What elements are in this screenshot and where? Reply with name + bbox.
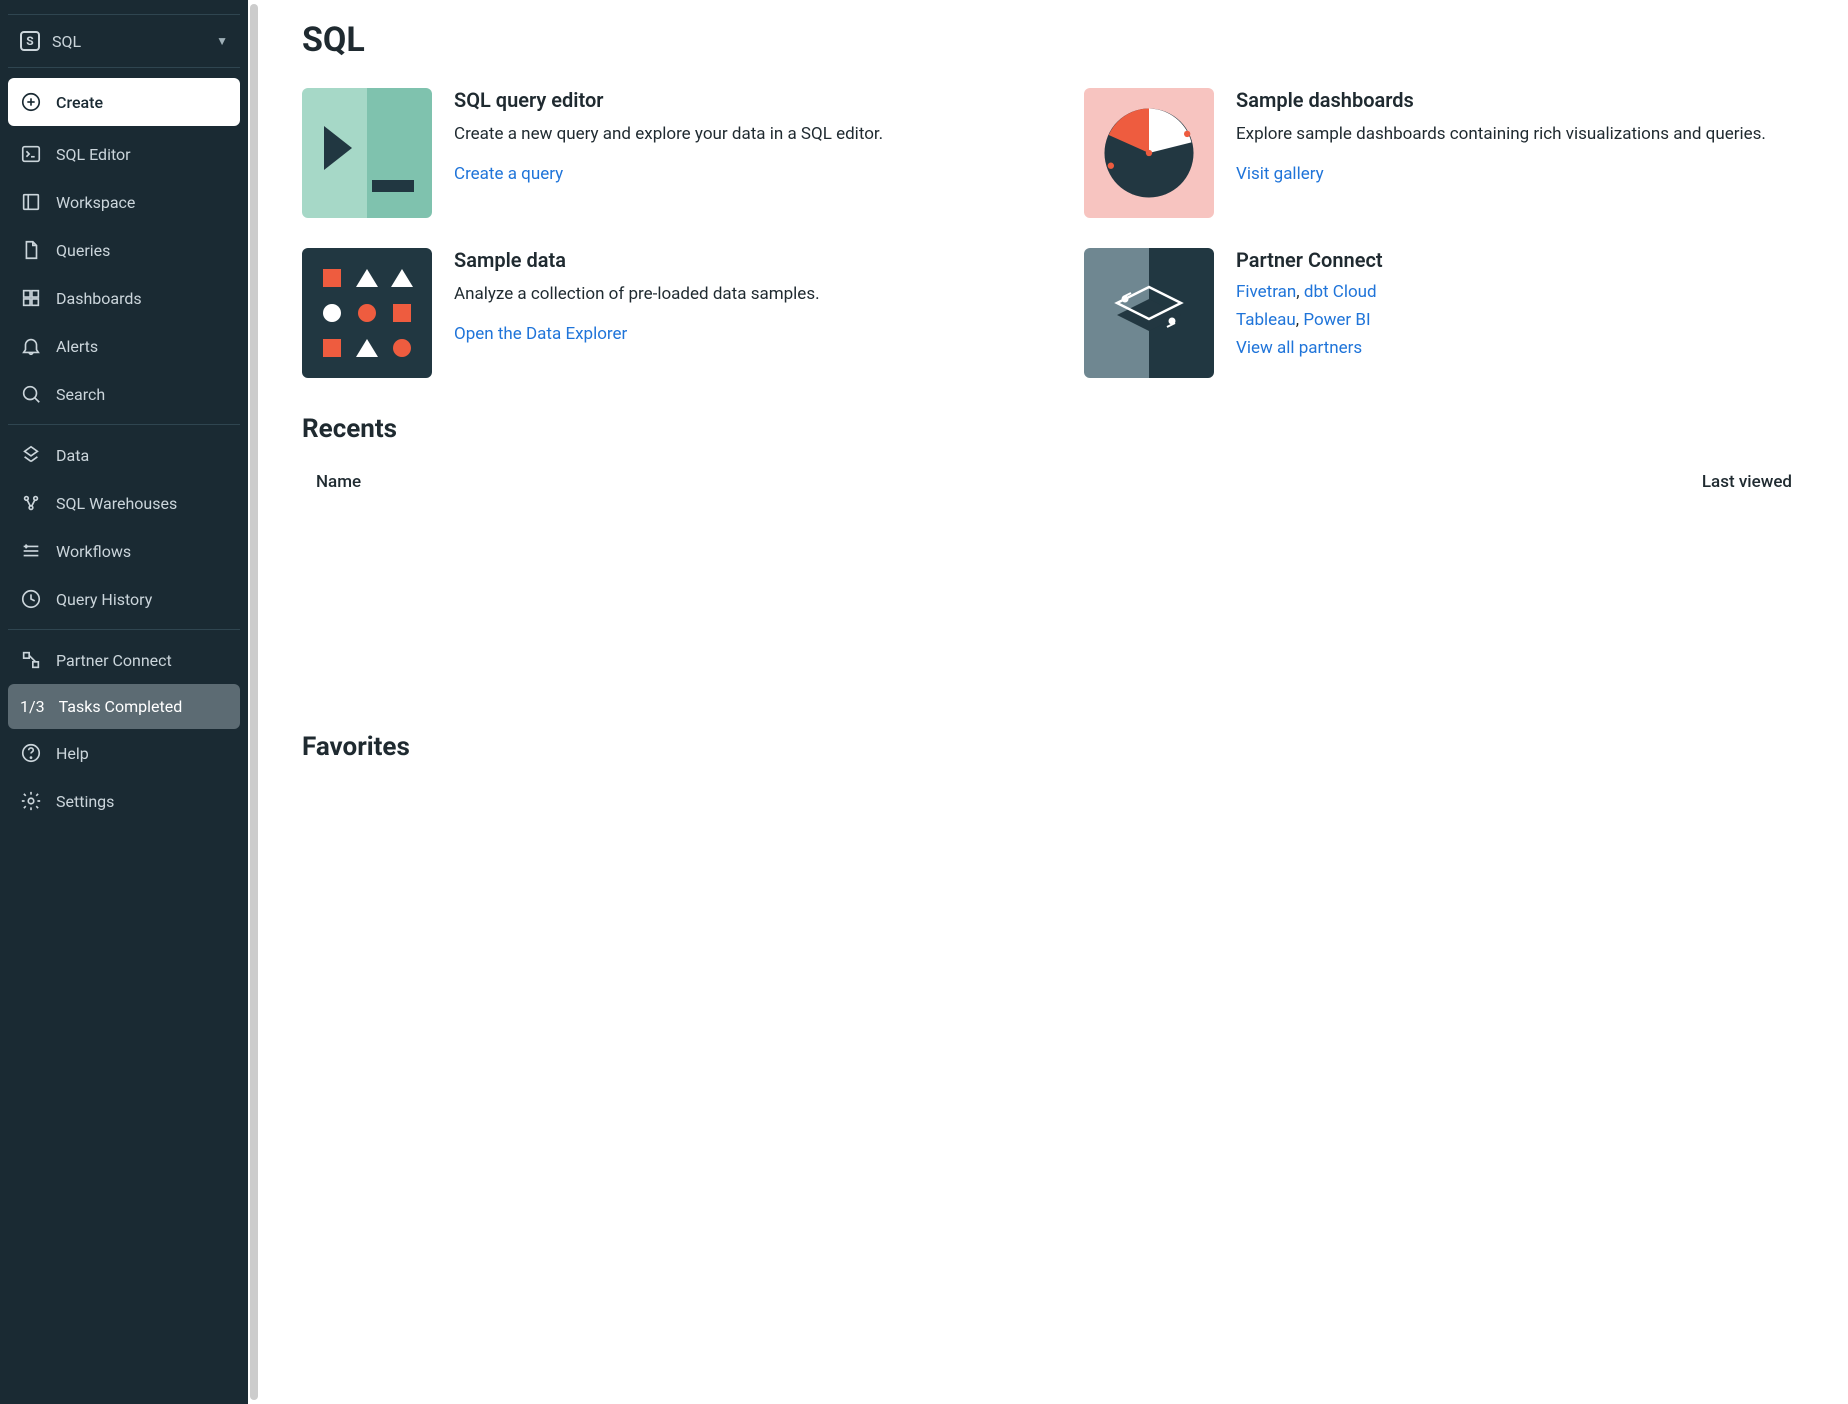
clock-icon <box>20 588 42 610</box>
gear-icon <box>20 790 42 812</box>
create-label: Create <box>56 93 103 112</box>
main-content: SQL SQL query editor Create a new query … <box>260 0 1848 1404</box>
card-title: Partner Connect <box>1236 248 1806 272</box>
card-desc: Analyze a collection of pre-loaded data … <box>454 282 1024 308</box>
warehouse-icon <box>20 492 42 514</box>
dbt-cloud-link[interactable]: dbt Cloud <box>1304 282 1377 302</box>
chevron-down-icon: ▼ <box>216 34 228 48</box>
nav-label: Alerts <box>56 337 98 356</box>
page-title: SQL <box>302 20 1806 60</box>
favorites-title: Favorites <box>302 732 1806 762</box>
tasks-count: 1/3 <box>20 697 45 716</box>
terminal-icon <box>20 143 42 165</box>
nav-sql-warehouses[interactable]: SQL Warehouses <box>8 479 240 527</box>
nav-workflows[interactable]: Workflows <box>8 527 240 575</box>
nav-query-history[interactable]: Query History <box>8 575 240 623</box>
tableau-link[interactable]: Tableau <box>1236 310 1296 330</box>
nav-label: Partner Connect <box>56 651 172 670</box>
nav-data[interactable]: Data <box>8 431 240 479</box>
nav-label: Queries <box>56 241 110 260</box>
nav-partner-connect[interactable]: Partner Connect <box>8 636 240 684</box>
sql-editor-illustration <box>302 88 432 218</box>
nav-label: Settings <box>56 792 114 811</box>
data-icon <box>20 444 42 466</box>
card-desc: Create a new query and explore your data… <box>454 122 1024 148</box>
workspace-switcher[interactable]: S SQL ▼ <box>8 21 240 61</box>
workspace-icon <box>20 191 42 213</box>
card-title: Sample data <box>454 248 1024 272</box>
recents-empty <box>302 502 1806 702</box>
queries-icon <box>20 239 42 261</box>
recents-table-header: Name Last viewed <box>302 462 1806 502</box>
nav-help[interactable]: Help <box>8 729 240 777</box>
visit-gallery-link[interactable]: Visit gallery <box>1236 164 1324 184</box>
sql-logo-icon: S <box>20 31 40 51</box>
nav-label: Query History <box>56 590 152 609</box>
recents-section: Recents Name Last viewed <box>302 414 1806 702</box>
nav-label: Workspace <box>56 193 135 212</box>
card-sample-data: Sample data Analyze a collection of pre-… <box>302 248 1024 378</box>
nav-label: Workflows <box>56 542 131 561</box>
nav-alerts[interactable]: Alerts <box>8 322 240 370</box>
dashboards-illustration <box>1084 88 1214 218</box>
nav-settings[interactable]: Settings <box>8 777 240 825</box>
create-button[interactable]: Create <box>8 78 240 126</box>
nav-queries[interactable]: Queries <box>8 226 240 274</box>
col-last-viewed: Last viewed <box>1702 472 1792 492</box>
recents-title: Recents <box>302 414 1806 444</box>
card-title: SQL query editor <box>454 88 1024 112</box>
nav-dashboards[interactable]: Dashboards <box>8 274 240 322</box>
card-partner-connect: Partner Connect Fivetran, dbt Cloud Tabl… <box>1084 248 1806 378</box>
nav-label: Help <box>56 744 89 763</box>
plus-circle-icon <box>20 91 42 113</box>
tasks-completed-button[interactable]: 1/3 Tasks Completed <box>8 684 240 729</box>
nav-search[interactable]: Search <box>8 370 240 418</box>
nav-label: Dashboards <box>56 289 142 308</box>
nav-workspace[interactable]: Workspace <box>8 178 240 226</box>
cards-grid: SQL query editor Create a new query and … <box>302 88 1806 378</box>
card-sql-editor: SQL query editor Create a new query and … <box>302 88 1024 218</box>
workflow-icon <box>20 540 42 562</box>
powerbi-link[interactable]: Power BI <box>1303 310 1370 330</box>
dashboard-icon <box>20 287 42 309</box>
nav-label: SQL Warehouses <box>56 494 177 513</box>
nav-label: Search <box>56 385 105 404</box>
nav-label: Data <box>56 446 89 465</box>
sidebar: S SQL ▼ Create SQL Editor Workspace Quer… <box>0 0 248 1404</box>
bell-icon <box>20 335 42 357</box>
partner-connect-illustration <box>1084 248 1214 378</box>
view-all-partners-link[interactable]: View all partners <box>1236 338 1362 358</box>
nav-sql-editor[interactable]: SQL Editor <box>8 130 240 178</box>
workspace-label: SQL <box>52 32 204 51</box>
help-icon <box>20 742 42 764</box>
partner-icon <box>20 649 42 671</box>
card-title: Sample dashboards <box>1236 88 1806 112</box>
card-desc: Explore sample dashboards containing ric… <box>1236 122 1806 148</box>
open-data-explorer-link[interactable]: Open the Data Explorer <box>454 324 627 344</box>
tasks-label: Tasks Completed <box>59 697 183 716</box>
search-icon <box>20 383 42 405</box>
sidebar-scrollbar[interactable] <box>250 4 258 1400</box>
sample-data-illustration <box>302 248 432 378</box>
nav-label: SQL Editor <box>56 145 131 164</box>
fivetran-link[interactable]: Fivetran <box>1236 282 1296 302</box>
col-name: Name <box>316 472 361 492</box>
create-query-link[interactable]: Create a query <box>454 164 563 184</box>
favorites-section: Favorites <box>302 732 1806 762</box>
card-sample-dashboards: Sample dashboards Explore sample dashboa… <box>1084 88 1806 218</box>
